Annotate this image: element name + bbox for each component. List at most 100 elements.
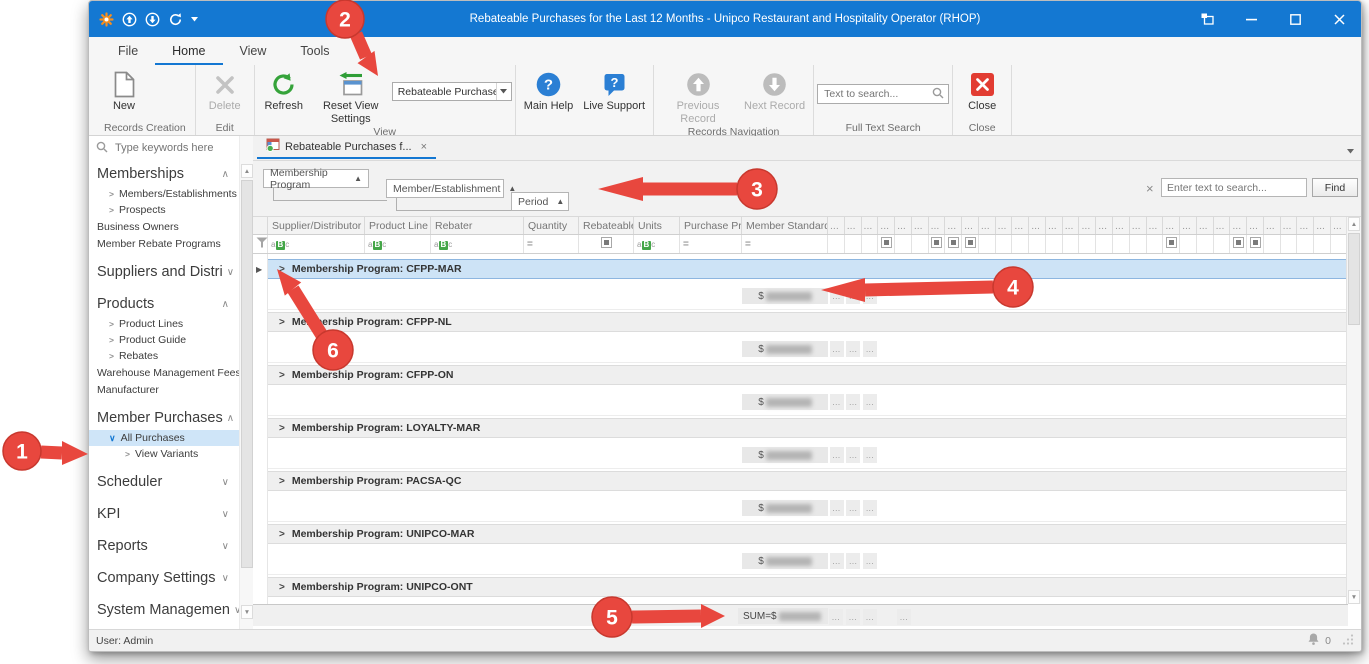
filter-cell-narrow[interactable] (996, 235, 1013, 253)
groupby-member-establishment[interactable]: Member/Establishment ▲ (386, 179, 504, 198)
sidebar-item-member-purchases[interactable]: Member Purchases∧ (89, 406, 239, 430)
column-header-narrow[interactable]: ... (912, 217, 929, 234)
sidebar-item-members-establishments[interactable]: >Members/Establishments (89, 186, 239, 202)
filter-cell-narrow[interactable] (945, 235, 962, 253)
column-header-narrow[interactable]: ... (1063, 217, 1080, 234)
filter-cell-narrow[interactable] (1281, 235, 1298, 253)
refresh-small-icon[interactable] (168, 12, 183, 27)
filter-cell-narrow[interactable] (979, 235, 996, 253)
sidebar-item-suppliers-and-distri[interactable]: Suppliers and Distri∨ (89, 260, 239, 284)
column-header-narrow[interactable]: ... (1281, 217, 1298, 234)
summary-ellipsis-button[interactable]: ... (846, 341, 860, 357)
column-header-purchase-price[interactable]: Purchase Price (680, 217, 742, 234)
filter-cell-narrow[interactable] (1130, 235, 1147, 253)
filter-cell-narrow[interactable] (895, 235, 912, 253)
delete-button[interactable]: Delete (199, 68, 251, 114)
column-header-narrow[interactable]: ... (1096, 217, 1113, 234)
column-header-narrow[interactable]: ... (1264, 217, 1281, 234)
column-header-narrow[interactable]: ... (1113, 217, 1130, 234)
column-header-narrow[interactable]: ... (1314, 217, 1331, 234)
group-row-loyalty-mar[interactable]: >Membership Program: LOYALTY-MAR (268, 418, 1348, 438)
sidebar-item-scheduler[interactable]: Scheduler∨ (89, 470, 239, 494)
menu-tab-home[interactable]: Home (155, 39, 222, 65)
sidebar-item-view-variants[interactable]: >View Variants (89, 446, 239, 462)
sidebar-item-manufacturer[interactable]: Manufacturer (89, 381, 239, 398)
summary-ellipsis-button[interactable]: ... (846, 553, 860, 569)
scrollbar-thumb[interactable] (241, 180, 253, 568)
scroll-down-icon[interactable]: ▼ (241, 605, 253, 619)
filter-cell-narrow[interactable] (1297, 235, 1314, 253)
filter-cell-narrow[interactable] (1163, 235, 1180, 253)
groupby-membership-program[interactable]: Membership Program ▲ (263, 169, 369, 188)
filter-cell-product-line[interactable]: aBc (365, 235, 431, 253)
new-button[interactable]: New (98, 68, 150, 114)
grid-search-input[interactable] (1162, 182, 1306, 194)
tab-rebateable-purchases[interactable]: Rebateable Purchases f...× (257, 136, 436, 159)
summary-ellipsis-button[interactable]: ... (863, 394, 877, 410)
caret-down-icon[interactable] (191, 17, 198, 22)
column-header-narrow[interactable]: ... (1130, 217, 1147, 234)
summary-ellipsis-button[interactable]: ... (830, 500, 844, 516)
column-header-narrow[interactable]: ... (1214, 217, 1231, 234)
column-header-narrow[interactable]: ... (1247, 217, 1264, 234)
column-header-narrow[interactable]: ... (945, 217, 962, 234)
grid-scrollbar[interactable]: ▲ ▼ (1346, 217, 1361, 604)
sidebar-item-prospects[interactable]: >Prospects (89, 202, 239, 218)
summary-ellipsis-button[interactable]: ... (846, 394, 860, 410)
total-ellipsis-button[interactable]: ... (846, 609, 860, 625)
groupby-period[interactable]: Period ▲ (511, 192, 569, 211)
summary-ellipsis-button[interactable]: ... (863, 500, 877, 516)
reset-view-settings-button[interactable]: Reset View Settings (310, 68, 392, 126)
sidebar-item-kpi[interactable]: KPI∨ (89, 502, 239, 526)
column-header-narrow[interactable]: ... (1046, 217, 1063, 234)
view-selector-combo[interactable]: Rebateable Purchases f... (392, 82, 512, 101)
filter-cell-narrow[interactable] (1197, 235, 1214, 253)
column-header-units[interactable]: Units (634, 217, 680, 234)
filter-cell-narrow[interactable] (1096, 235, 1113, 253)
filter-cell-rebater[interactable]: aBc (431, 235, 524, 253)
column-header-narrow[interactable]: ... (1297, 217, 1314, 234)
summary-ellipsis-button[interactable]: ... (846, 288, 860, 304)
column-header-narrow[interactable]: ... (996, 217, 1013, 234)
summary-ellipsis-button[interactable]: ... (846, 500, 860, 516)
filter-gutter-cell[interactable] (253, 235, 268, 253)
filter-cell-narrow[interactable] (878, 235, 895, 253)
sidebar-search[interactable] (89, 136, 239, 160)
column-header-narrow[interactable]: ... (929, 217, 946, 234)
column-header-narrow[interactable]: ... (878, 217, 895, 234)
column-header-narrow[interactable]: ... (862, 217, 879, 234)
full-text-search-input[interactable] (822, 87, 932, 101)
tab-list-caret-icon[interactable] (1347, 145, 1354, 157)
full-text-search-box[interactable] (817, 84, 949, 104)
summary-ellipsis-button[interactable]: ... (830, 288, 844, 304)
filter-cell-narrow[interactable] (1147, 235, 1164, 253)
column-header-supplier-distributor[interactable]: Supplier/Distributor (268, 217, 365, 234)
column-header-narrow[interactable]: ... (1180, 217, 1197, 234)
filter-cell-narrow[interactable] (1180, 235, 1197, 253)
sidebar-search-input[interactable] (113, 141, 232, 155)
sidebar-item-memberships[interactable]: Memberships∧ (89, 162, 239, 186)
summary-ellipsis-button[interactable]: ... (830, 341, 844, 357)
filter-cell-narrow[interactable] (845, 235, 862, 253)
filter-cell-narrow[interactable] (1012, 235, 1029, 253)
scroll-up-icon[interactable]: ▲ (241, 164, 253, 178)
menu-tab-tools[interactable]: Tools (283, 39, 346, 65)
summary-ellipsis-button[interactable]: ... (830, 394, 844, 410)
group-row-cfpp-on[interactable]: >Membership Program: CFPP-ON (268, 365, 1348, 385)
column-header-member-standard[interactable]: Member Standard... (742, 217, 828, 234)
filter-cell-purchase-price[interactable]: = (680, 235, 742, 253)
filter-cell-narrow[interactable] (1063, 235, 1080, 253)
sidebar-item-product-lines[interactable]: >Product Lines (89, 316, 239, 332)
clear-search-icon[interactable]: × (1146, 181, 1154, 196)
sidebar-item-reports[interactable]: Reports∨ (89, 534, 239, 558)
filter-cell-narrow[interactable] (1230, 235, 1247, 253)
filter-cell-narrow[interactable] (912, 235, 929, 253)
live-support-button[interactable]: ?Live Support (578, 68, 650, 114)
filter-cell-narrow[interactable] (929, 235, 946, 253)
summary-ellipsis-button[interactable]: ... (863, 288, 877, 304)
column-header-narrow[interactable]: ... (828, 217, 845, 234)
sidebar-item-company-settings[interactable]: Company Settings∨ (89, 566, 239, 590)
filter-cell-narrow[interactable] (1247, 235, 1264, 253)
total-ellipsis-button[interactable]: ... (863, 609, 877, 625)
maximize-icon[interactable] (1273, 1, 1317, 37)
